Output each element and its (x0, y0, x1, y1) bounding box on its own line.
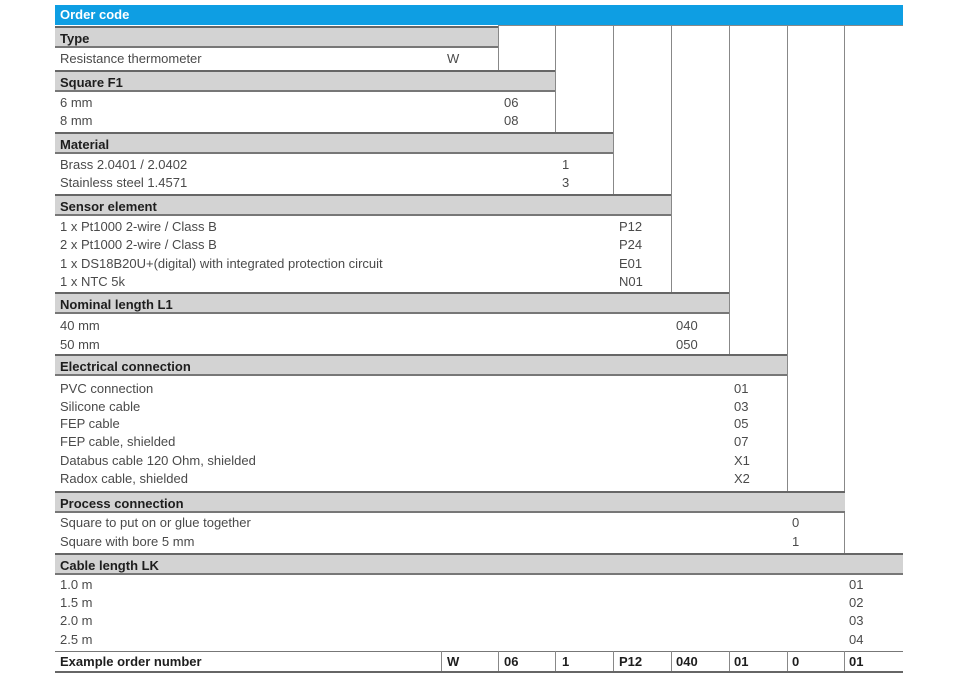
option-code: 3 (562, 175, 570, 190)
example-cell-divider (555, 651, 556, 671)
option-code: 1 (792, 534, 800, 549)
option-code: 040 (676, 318, 698, 333)
example-cell-divider (844, 651, 845, 671)
option-code: N01 (619, 274, 643, 289)
option-code: X1 (734, 453, 750, 468)
example-cell-divider (498, 651, 499, 671)
option-code: P24 (619, 237, 643, 252)
example-cell-divider (441, 651, 442, 671)
example-code-nominal: 040 (676, 654, 698, 669)
option-label: FEP cable, shielded (60, 434, 176, 449)
option-label: Square with bore 5 mm (60, 534, 195, 549)
option-code: 07 (734, 434, 749, 449)
option-code: 03 (849, 613, 864, 628)
option-code: 01 (734, 381, 749, 396)
example-cell-divider (729, 651, 730, 671)
option-code: W (447, 51, 460, 66)
option-label: 40 mm (60, 318, 100, 333)
option-label: Resistance thermometer (60, 51, 202, 66)
column-divider (555, 25, 556, 133)
order-code-table: Order code Type Resistance thermometer W… (0, 0, 960, 677)
column-divider (844, 25, 845, 554)
option-label: 1.5 m (60, 595, 93, 610)
option-code: 02 (849, 595, 864, 610)
example-code-material: 1 (562, 654, 570, 669)
option-label: Silicone cable (60, 399, 141, 414)
option-code: 050 (676, 337, 698, 352)
section-type-heading: Type (55, 26, 498, 48)
option-label: 6 mm (60, 95, 93, 110)
option-label: 50 mm (60, 337, 100, 352)
column-divider (729, 25, 730, 355)
option-label: 2 x Pt1000 2-wire / Class B (60, 237, 217, 252)
order-code-title: Order code (55, 5, 903, 25)
example-cell-divider (613, 651, 614, 671)
option-label: 1 x DS18B20U+(digital) with integrated p… (60, 256, 383, 271)
section-electrical-heading: Electrical connection (55, 354, 787, 376)
option-label: Brass 2.0401 / 2.0402 (60, 157, 188, 172)
example-code-process: 0 (792, 654, 800, 669)
example-cell-divider (787, 651, 788, 671)
column-header-line (498, 25, 903, 26)
section-sensor-heading: Sensor element (55, 194, 671, 216)
example-cell-divider (671, 651, 672, 671)
option-code: X2 (734, 471, 750, 486)
option-label: 2.0 m (60, 613, 93, 628)
option-label: 8 mm (60, 113, 93, 128)
example-code-electrical: 01 (734, 654, 749, 669)
option-code: 06 (504, 95, 519, 110)
example-code-square: 06 (504, 654, 519, 669)
column-divider (787, 25, 788, 492)
option-code: 1 (562, 157, 570, 172)
example-code-sensor: P12 (619, 654, 643, 669)
example-code-cable: 01 (849, 654, 864, 669)
column-divider (613, 25, 614, 195)
option-label: Databus cable 120 Ohm, shielded (60, 453, 256, 468)
option-code: 01 (849, 577, 864, 592)
option-code: 05 (734, 416, 749, 431)
example-code-type: W (447, 654, 460, 669)
option-label: 1 x Pt1000 2-wire / Class B (60, 219, 217, 234)
section-nominal-heading: Nominal length L1 (55, 292, 729, 314)
option-label: 1.0 m (60, 577, 93, 592)
option-label: Stainless steel 1.4571 (60, 175, 188, 190)
column-divider (671, 25, 672, 293)
option-label: 2.5 m (60, 632, 93, 647)
option-code: 0 (792, 515, 800, 530)
option-label: PVC connection (60, 381, 154, 396)
option-code: E01 (619, 256, 643, 271)
option-code: 03 (734, 399, 749, 414)
option-code: 04 (849, 632, 864, 647)
option-code: 08 (504, 113, 519, 128)
option-label: Radox cable, shielded (60, 471, 188, 486)
option-label: Square to put on or glue together (60, 515, 251, 530)
example-order-label: Example order number (60, 654, 202, 669)
section-square-heading: Square F1 (55, 70, 555, 92)
column-divider (498, 25, 499, 71)
option-label: FEP cable (60, 416, 120, 431)
section-process-heading: Process connection (55, 491, 845, 513)
section-cable-heading: Cable length LK (55, 553, 903, 575)
option-label: 1 x NTC 5k (60, 274, 126, 289)
option-code: P12 (619, 219, 643, 234)
section-material-heading: Material (55, 132, 613, 154)
